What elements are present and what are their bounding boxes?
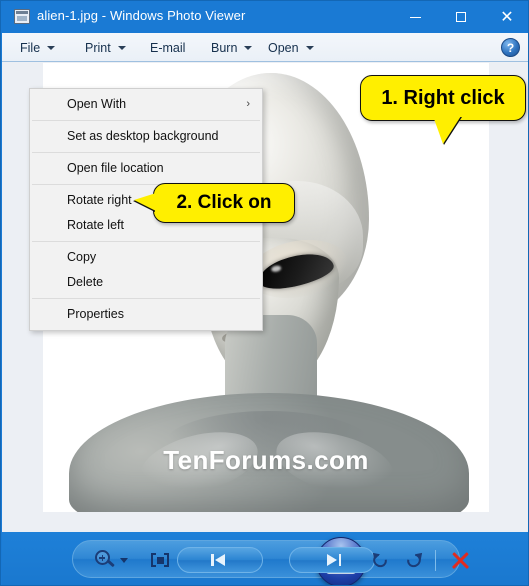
delete-icon [451, 551, 469, 569]
context-menu-separator [32, 241, 260, 242]
rotate-clockwise-button[interactable] [399, 541, 429, 579]
context-menu-item-label: Delete [67, 275, 104, 289]
zoom-icon [94, 550, 115, 570]
context-menu-item-label: Set as desktop background [67, 129, 219, 143]
menu-email[interactable]: E-mail [146, 38, 189, 58]
menu-file-label: File [20, 41, 41, 55]
context-menu-item-copy[interactable]: Copy [30, 245, 262, 270]
window-title: alien-1.jpg - Windows Photo Viewer [37, 8, 246, 23]
maximize-icon [456, 11, 466, 22]
context-menu-item-label: Open file location [67, 161, 164, 175]
photo-viewer-icon [14, 9, 30, 24]
context-menu-item-label: Open With [67, 97, 127, 111]
bottom-toolbar [2, 532, 528, 585]
chevron-down-icon [47, 46, 56, 50]
menu-email-label: E-mail [150, 41, 186, 55]
menu-bar: File Print E-mail Burn Open ? [2, 33, 528, 62]
title-bar: alien-1.jpg - Windows Photo Viewer ✕ [1, 1, 528, 33]
context-menu-item-label: Copy [67, 250, 97, 264]
previous-image-button[interactable] [177, 547, 263, 573]
context-menu-item-open-with[interactable]: Open With › [30, 92, 262, 117]
close-icon: ✕ [500, 6, 514, 26]
next-image-button[interactable] [289, 547, 375, 573]
rotate-ccw-icon [369, 549, 389, 570]
previous-icon [211, 554, 229, 566]
context-menu-item-set-as-desktop-background[interactable]: Set as desktop background [30, 124, 262, 149]
chevron-down-icon [244, 46, 253, 50]
menu-file[interactable]: File [16, 38, 59, 58]
context-menu-item-delete[interactable]: Delete [30, 270, 262, 295]
maximize-button[interactable] [438, 1, 484, 32]
rotate-counterclockwise-button[interactable] [365, 541, 395, 579]
menu-burn-label: Burn [211, 41, 238, 55]
chevron-down-icon [305, 46, 314, 50]
help-icon: ? [506, 40, 515, 55]
fit-to-window-icon [151, 552, 169, 568]
menu-print-label: Print [85, 41, 111, 55]
callout-step-1: 1. Right click [360, 75, 526, 144]
context-menu-item-label: Rotate left [67, 218, 124, 232]
callout-tail [134, 193, 156, 211]
menu-open[interactable]: Open [264, 38, 318, 58]
help-button[interactable]: ? [501, 38, 520, 57]
photo-viewer-window: alien-1.jpg - Windows Photo Viewer ✕ Fil… [0, 0, 529, 586]
context-menu-item-label: Properties [67, 307, 124, 321]
minimize-icon [409, 16, 421, 18]
toolbar-pill [72, 537, 460, 585]
menu-burn[interactable]: Burn [207, 38, 256, 58]
context-menu-item-open-file-location[interactable]: Open file location [30, 156, 262, 181]
chevron-right-icon: › [246, 98, 250, 110]
menu-print[interactable]: Print [81, 38, 130, 58]
callout-step-2: 2. Click on [134, 183, 295, 223]
context-menu-item-label: Rotate right [67, 193, 132, 207]
context-menu-separator [32, 152, 260, 153]
toolbar-separator [435, 550, 436, 571]
fit-to-window-button[interactable] [145, 541, 175, 579]
minimize-button[interactable] [392, 1, 438, 32]
context-menu-item-properties[interactable]: Properties [30, 302, 262, 327]
context-menu-separator [32, 298, 260, 299]
close-button[interactable]: ✕ [484, 1, 528, 32]
chevron-down-icon [117, 46, 126, 50]
context-menu-separator [32, 120, 260, 121]
next-icon [323, 554, 341, 566]
zoom-button[interactable] [87, 541, 135, 579]
chevron-down-icon [119, 557, 128, 563]
delete-button[interactable] [443, 541, 477, 579]
callout-step-2-label: 2. Click on [176, 192, 272, 213]
callout-step-1-label: 1. Right click [381, 86, 505, 109]
menu-open-label: Open [268, 41, 299, 55]
callout-tail [433, 116, 461, 144]
rotate-cw-icon [404, 549, 425, 570]
